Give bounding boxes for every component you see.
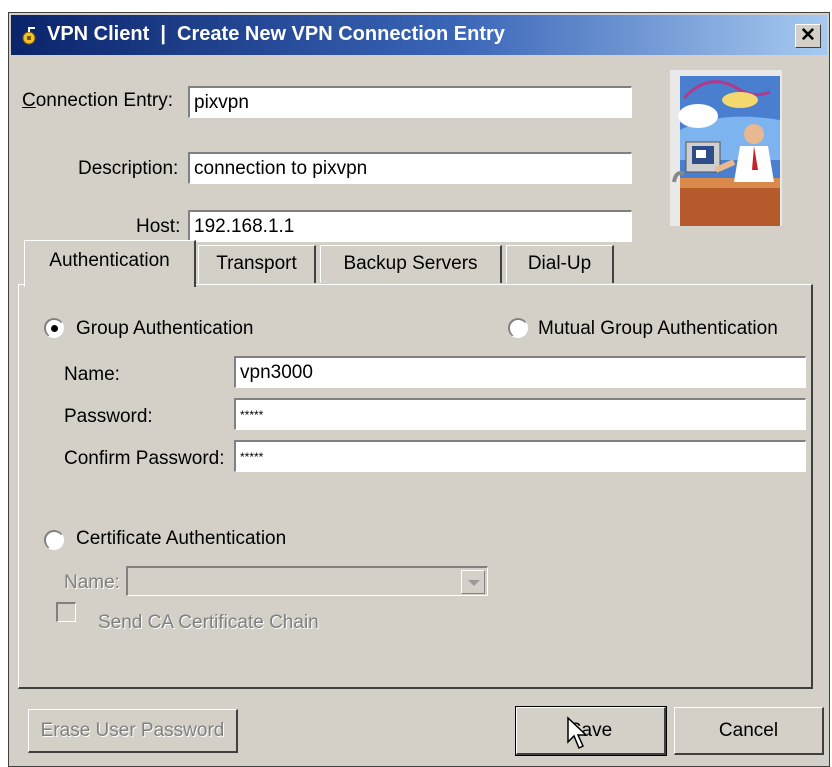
connection-entry-input[interactable]	[188, 86, 632, 118]
description-label: Description:	[78, 158, 179, 179]
send-ca-chain-checkbox[interactable]	[56, 602, 76, 622]
erase-password-button[interactable]: Erase User Password	[28, 709, 238, 753]
window-title: VPN Client | Create New VPN Connection E…	[47, 23, 505, 45]
host-input[interactable]	[188, 210, 632, 242]
certificate-auth-radio[interactable]	[44, 530, 64, 550]
confirm-password-label: Confirm Password:	[64, 448, 225, 469]
mutual-group-auth-label: Mutual Group Authentication	[538, 318, 778, 339]
group-name-label: Name:	[64, 364, 120, 385]
radio-selected-dot	[51, 325, 58, 332]
tab-backup-servers[interactable]: Backup Servers	[320, 245, 502, 283]
mouse-pointer-icon	[567, 716, 588, 750]
close-icon: ✕	[800, 25, 816, 46]
cert-name-label: Name:	[64, 572, 120, 593]
connection-entry-label-text: onnection Entry:	[35, 90, 174, 111]
group-auth-radio[interactable]	[44, 318, 64, 338]
group-auth-label: Group Authentication	[76, 318, 254, 339]
chevron-down-icon[interactable]	[461, 570, 485, 594]
tab-transport[interactable]: Transport	[198, 245, 316, 283]
send-ca-chain-label: Send CA Certificate Chain	[98, 612, 319, 633]
cancel-button[interactable]: Cancel	[674, 707, 824, 755]
host-label: Host:	[136, 216, 181, 237]
vpn-client-illustration	[670, 70, 782, 226]
group-name-input[interactable]	[234, 356, 806, 388]
description-input[interactable]	[188, 152, 632, 184]
confirm-password-input[interactable]	[234, 440, 806, 472]
close-button[interactable]: ✕	[795, 24, 821, 48]
certificate-auth-label: Certificate Authentication	[76, 528, 287, 549]
title-bar[interactable]: VPN Client | Create New VPN Connection E…	[11, 15, 827, 55]
mutual-group-auth-radio[interactable]	[508, 318, 528, 338]
save-button[interactable]: Save	[515, 706, 667, 756]
cert-name-select[interactable]	[126, 566, 488, 596]
tab-authentication[interactable]: Authentication	[24, 240, 196, 287]
password-input[interactable]	[234, 398, 806, 430]
vpn-lock-icon	[22, 27, 36, 45]
tab-dial-up[interactable]: Dial-Up	[506, 245, 614, 283]
password-label: Password:	[64, 406, 153, 427]
connection-entry-label: Connection Entry:	[22, 90, 174, 111]
